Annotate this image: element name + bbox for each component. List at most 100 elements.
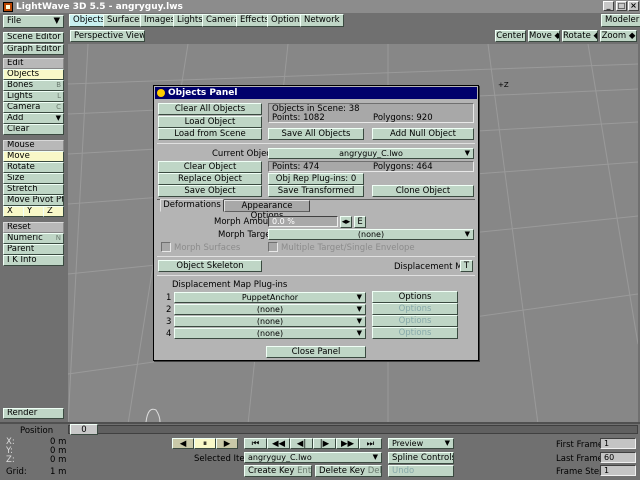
preview-dropdown[interactable]: Preview ▼	[388, 438, 454, 449]
move-pivot-button[interactable]: Move Pivot Pt	[3, 195, 64, 206]
viewport-zoom-button[interactable]: Zoom ◆	[600, 30, 637, 42]
load-from-scene-button[interactable]: Load from Scene	[158, 128, 262, 140]
plugin-dropdown-3[interactable]: (none) ▼	[174, 316, 366, 327]
parent-button[interactable]: Parent	[3, 244, 64, 255]
plugin-options-button-3[interactable]: Options	[372, 315, 458, 327]
edit-camera-button[interactable]: Camera C	[3, 102, 64, 113]
scene-points: Points: 1082	[272, 113, 325, 123]
delete-key-button[interactable]: Delete Key Del	[315, 465, 382, 477]
frame-slider-thumb[interactable]: 0	[70, 424, 98, 435]
pause-button[interactable]: ⏸	[194, 438, 216, 449]
load-object-button[interactable]: Load Object	[158, 116, 262, 128]
close-panel-button[interactable]: Close Panel	[266, 346, 366, 358]
plugin-options-button-2[interactable]: Options	[372, 303, 458, 315]
tab-appearance-options[interactable]: Appearance Options	[224, 200, 310, 221]
last-frame-field[interactable]: 60	[600, 452, 636, 463]
plugin-name: (none)	[256, 317, 284, 326]
size-button[interactable]: Size	[3, 173, 64, 184]
edit-lights-button[interactable]: Lights L	[3, 91, 64, 102]
frame-step-field[interactable]: 1	[600, 465, 636, 476]
fast-forward-button[interactable]: ▶▶	[336, 438, 359, 449]
morph-target-dropdown[interactable]: (none) ▼	[268, 229, 474, 240]
last-frame-button[interactable]: ⏭	[359, 438, 382, 449]
multiple-target-checkbox[interactable]	[268, 242, 278, 252]
lights-label: Lights	[7, 91, 33, 101]
clear-button[interactable]: Clear	[3, 124, 64, 135]
object-polygons: Polygons: 464	[373, 162, 433, 172]
numeric-button[interactable]: Numeric N	[3, 233, 64, 244]
axis-z-label: +Z	[498, 81, 509, 89]
modeler-button[interactable]: Modeler	[601, 14, 640, 27]
file-menu[interactable]: File ▼	[3, 15, 64, 28]
rotate-button[interactable]: Rotate	[3, 162, 64, 173]
close-icon[interactable]: ×	[628, 1, 639, 11]
viewport-rotate-button[interactable]: Rotate ◆	[562, 30, 598, 42]
camera-key: C	[56, 103, 61, 111]
dropdown-arrow-icon: ▼	[55, 114, 61, 122]
morph-amount-field[interactable]: 0.0 %	[268, 216, 338, 227]
move-button[interactable]: Move	[3, 151, 64, 162]
step-back-button[interactable]: ◀|	[290, 438, 313, 449]
dropdown-arrow-icon: ▼	[444, 439, 450, 447]
axis-y-toggle[interactable]: Y	[23, 206, 44, 217]
first-frame-button[interactable]: ⏮	[244, 438, 267, 449]
stretch-button[interactable]: Stretch	[3, 184, 64, 195]
tab-network[interactable]: Network	[300, 14, 344, 27]
clear-object-button[interactable]: Clear Object	[158, 161, 262, 173]
center-button[interactable]: Center	[495, 30, 526, 42]
numeric-label: Numeric	[7, 233, 43, 243]
axis-z-toggle[interactable]: Z	[43, 206, 64, 217]
morph-surfaces-label: Morph Surfaces	[174, 243, 241, 253]
maximize-icon[interactable]: □	[616, 1, 627, 11]
clone-object-button[interactable]: Clone Object	[372, 185, 474, 197]
scene-editor-button[interactable]: Scene Editor	[3, 32, 64, 43]
timeline-slider[interactable]	[68, 425, 638, 434]
current-object-label: Current Object	[212, 149, 275, 159]
graph-editor-button[interactable]: Graph Editor	[3, 44, 64, 55]
panel-title: Objects Panel	[168, 88, 238, 98]
add-menu[interactable]: Add ▼	[3, 113, 64, 124]
current-object-dropdown[interactable]: angryguy_C.lwo ▼	[268, 148, 474, 159]
step-forward-button[interactable]: |▶	[313, 438, 336, 449]
replace-object-button[interactable]: Replace Object	[158, 173, 262, 185]
axis-x-toggle[interactable]: X	[3, 206, 24, 217]
morph-surfaces-checkbox[interactable]	[161, 242, 171, 252]
minimize-icon[interactable]: _	[603, 1, 614, 11]
plugin-options-button-1[interactable]: Options	[372, 291, 458, 303]
ik-info-button[interactable]: I K Info	[3, 255, 64, 266]
tab-deformations[interactable]: Deformations	[160, 199, 224, 212]
plugin-slot-number: 2	[166, 305, 172, 315]
edit-objects-button[interactable]: Objects	[3, 69, 64, 80]
save-transformed-button[interactable]: Save Transformed	[268, 185, 364, 197]
play-forward-button[interactable]: ▶	[216, 438, 238, 449]
spline-controls-button[interactable]: Spline Controls	[388, 452, 454, 464]
undo-label: Undo	[392, 466, 415, 476]
edit-bones-button[interactable]: Bones B	[3, 80, 64, 91]
reset-button[interactable]: Reset	[3, 222, 64, 233]
viewport-move-button[interactable]: Move ◆	[528, 30, 560, 42]
rewind-button[interactable]: ◀◀	[267, 438, 290, 449]
undo-button[interactable]: Undo	[388, 465, 454, 477]
displacement-texture-button[interactable]: T	[460, 260, 473, 272]
add-null-object-button[interactable]: Add Null Object	[372, 128, 474, 140]
plugin-name: (none)	[256, 329, 284, 338]
save-all-objects-button[interactable]: Save All Objects	[268, 128, 364, 140]
add-label: Add	[7, 113, 24, 123]
view-type-dropdown[interactable]: Perspective View ▼	[70, 30, 145, 42]
plugin-dropdown-1[interactable]: PuppetAnchor ▼	[174, 292, 366, 303]
play-reverse-button[interactable]: ◀	[172, 438, 194, 449]
numeric-key: N	[55, 234, 61, 242]
render-button[interactable]: Render	[3, 408, 64, 419]
morph-envelope-button[interactable]: E	[354, 216, 366, 228]
clear-all-objects-button[interactable]: Clear All Objects	[158, 103, 262, 115]
first-frame-field[interactable]: 1	[600, 438, 636, 449]
object-skeleton-button[interactable]: Object Skeleton	[158, 260, 262, 272]
selected-item-dropdown[interactable]: angryguy_C.lwo ▼	[244, 452, 382, 463]
plugin-dropdown-4[interactable]: (none) ▼	[174, 328, 366, 339]
create-key-button[interactable]: Create Key Enter	[244, 465, 312, 477]
plugin-dropdown-2[interactable]: (none) ▼	[174, 304, 366, 315]
plugin-options-button-4[interactable]: Options	[372, 327, 458, 339]
morph-drag-icon[interactable]: ◂▸	[340, 216, 352, 228]
obj-rep-plugins-button[interactable]: Obj Rep Plug-ins: 0	[268, 173, 364, 185]
save-object-button[interactable]: Save Object	[158, 185, 262, 197]
